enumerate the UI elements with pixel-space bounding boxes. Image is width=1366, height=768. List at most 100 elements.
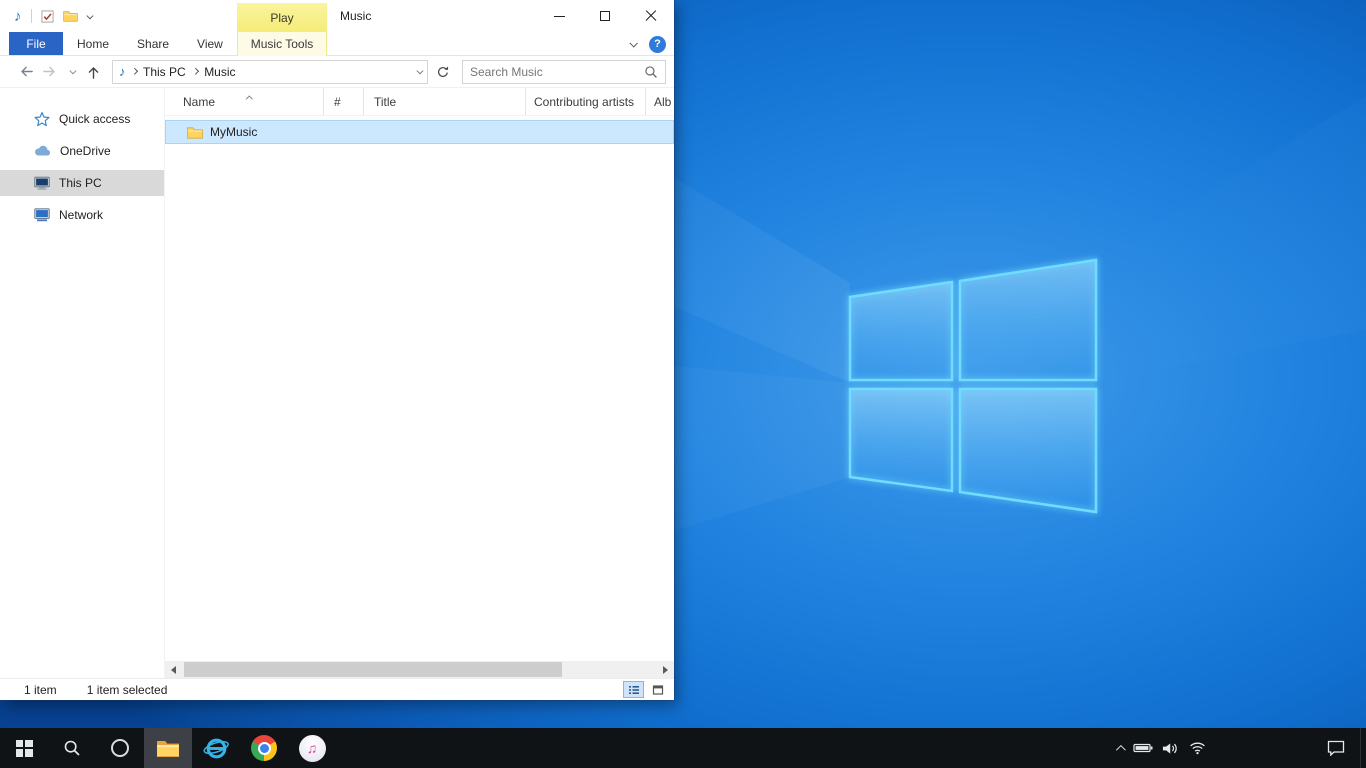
- start-button[interactable]: [0, 728, 48, 768]
- tab-share[interactable]: Share: [123, 32, 183, 55]
- address-bar-row: ♪ This PC Music: [0, 56, 674, 88]
- itunes-icon: ♫: [299, 735, 326, 762]
- scroll-left-button[interactable]: [165, 661, 182, 678]
- windows-logo-icon: [16, 740, 33, 757]
- battery-tray-button[interactable]: [1130, 728, 1156, 768]
- new-folder-icon[interactable]: [63, 10, 78, 22]
- search-icon[interactable]: [644, 65, 658, 79]
- computer-icon: [34, 176, 50, 190]
- cortana-icon: [111, 739, 129, 757]
- sidebar-item-network[interactable]: Network: [0, 202, 164, 228]
- cortana-button[interactable]: [96, 728, 144, 768]
- tab-home[interactable]: Home: [63, 32, 123, 55]
- tab-music-tools[interactable]: Music Tools: [237, 32, 327, 56]
- column-header-title[interactable]: Title: [364, 88, 526, 115]
- file-row-mymusic[interactable]: MyMusic: [165, 120, 674, 144]
- status-bar: 1 item 1 item selected: [0, 678, 674, 700]
- taskbar-chrome-button[interactable]: [240, 728, 288, 768]
- show-desktop-button[interactable]: [1360, 728, 1366, 768]
- column-header-name[interactable]: Name: [165, 88, 324, 115]
- sort-ascending-icon: [247, 90, 252, 104]
- details-view-icon: [628, 684, 640, 696]
- breadcrumb-chevron-icon[interactable]: [131, 68, 137, 74]
- sidebar-item-quick-access[interactable]: Quick access: [0, 106, 164, 132]
- column-header-contributing-artists[interactable]: Contributing artists: [526, 88, 646, 115]
- battery-icon: [1133, 742, 1153, 754]
- quick-access-toolbar: ♪: [0, 9, 91, 24]
- scroll-left-icon: [171, 666, 176, 674]
- explorer-app-icon: ♪: [14, 9, 22, 24]
- sidebar-item-label: OneDrive: [60, 144, 111, 158]
- breadcrumb-this-pc[interactable]: This PC: [142, 65, 187, 79]
- search-input[interactable]: [470, 65, 644, 79]
- sidebar-item-label: Network: [59, 208, 103, 222]
- network-tray-button[interactable]: [1182, 728, 1212, 768]
- show-hidden-icons-button[interactable]: [1108, 728, 1130, 768]
- refresh-icon: [436, 65, 450, 79]
- folder-icon: [187, 126, 203, 139]
- taskbar: ♫: [0, 728, 1366, 768]
- column-header-album[interactable]: Alb: [646, 88, 674, 115]
- taskbar-file-explorer-button[interactable]: [144, 728, 192, 768]
- help-button[interactable]: ?: [649, 36, 666, 53]
- qat-divider: [31, 9, 32, 23]
- breadcrumb-music[interactable]: Music: [203, 65, 236, 79]
- refresh-button[interactable]: [432, 60, 454, 84]
- network-icon: [34, 208, 50, 222]
- large-icons-view-button[interactable]: [647, 681, 668, 698]
- sidebar-item-label: This PC: [59, 176, 102, 190]
- window-controls: [536, 0, 674, 32]
- cloud-icon: [34, 145, 51, 157]
- tab-file[interactable]: File: [9, 32, 63, 55]
- recent-locations-chevron-icon[interactable]: [65, 69, 79, 74]
- chrome-icon: [251, 735, 277, 761]
- volume-tray-button[interactable]: [1156, 728, 1182, 768]
- sidebar-item-label: Quick access: [59, 112, 130, 126]
- speaker-icon: [1161, 741, 1178, 756]
- file-name: MyMusic: [210, 125, 257, 139]
- address-dropdown-chevron-icon[interactable]: [416, 68, 422, 74]
- horizontal-scrollbar[interactable]: [165, 661, 674, 678]
- column-header-number[interactable]: #: [324, 88, 364, 115]
- tab-view[interactable]: View: [183, 32, 237, 55]
- back-button[interactable]: [14, 59, 38, 85]
- sidebar-item-onedrive[interactable]: OneDrive: [0, 138, 164, 164]
- internet-explorer-icon: [203, 735, 230, 762]
- customize-qat-chevron-icon[interactable]: [86, 12, 92, 18]
- scrollbar-thumb[interactable]: [184, 662, 562, 677]
- large-icons-view-icon: [652, 684, 664, 696]
- sidebar-item-this-pc[interactable]: This PC: [0, 170, 164, 196]
- taskbar-internet-explorer-button[interactable]: [192, 728, 240, 768]
- contextual-group-play[interactable]: Play: [237, 3, 327, 32]
- taskbar-itunes-button[interactable]: ♫: [288, 728, 336, 768]
- chevron-up-icon: [1115, 744, 1125, 754]
- column-header-row: Name # Title Contributing artists Alb: [165, 88, 674, 116]
- address-bar[interactable]: ♪ This PC Music: [112, 60, 428, 84]
- titlebar[interactable]: ♪ Play Music: [0, 0, 674, 32]
- ribbon-tab-bar: File Home Share View Music Tools ?: [0, 32, 674, 56]
- expand-ribbon-chevron-icon[interactable]: [629, 39, 637, 47]
- system-tray: [1108, 728, 1366, 768]
- scroll-right-icon: [663, 666, 668, 674]
- breadcrumb-chevron-icon[interactable]: [192, 68, 198, 74]
- windows-logo-panes: [850, 260, 1096, 512]
- taskbar-search-button[interactable]: [48, 728, 96, 768]
- selection-count: 1 item selected: [87, 683, 168, 697]
- close-button[interactable]: [628, 0, 674, 32]
- up-button[interactable]: [81, 60, 107, 84]
- minimize-button[interactable]: [536, 0, 582, 32]
- properties-icon[interactable]: [41, 10, 54, 23]
- navigation-pane: Quick access OneDrive This PC Network: [0, 88, 165, 678]
- maximize-button[interactable]: [582, 0, 628, 32]
- search-box[interactable]: [462, 60, 666, 84]
- scrollbar-track[interactable]: [182, 661, 657, 678]
- action-center-button[interactable]: [1312, 728, 1360, 768]
- location-music-icon: ♪: [119, 65, 126, 78]
- forward-button[interactable]: [38, 59, 62, 85]
- scroll-right-button[interactable]: [657, 661, 674, 678]
- star-icon: [34, 111, 50, 127]
- details-view-button[interactable]: [623, 681, 644, 698]
- search-icon: [63, 739, 81, 757]
- file-explorer-window: ♪ Play Music File Home Share View Music …: [0, 0, 674, 700]
- action-center-icon: [1327, 740, 1345, 756]
